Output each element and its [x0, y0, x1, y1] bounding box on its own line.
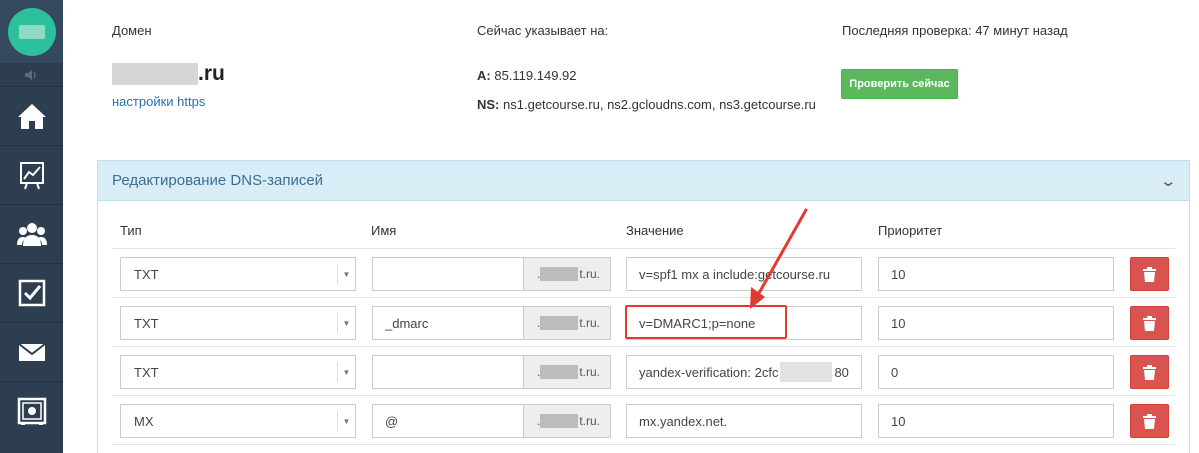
trash-icon	[1143, 315, 1156, 331]
a-record-value: 85.119.149.92	[494, 68, 577, 83]
type-select-value: TXT	[134, 315, 159, 331]
name-input-group: . t.ru.	[372, 257, 611, 291]
delete-button[interactable]	[1130, 404, 1169, 438]
type-select[interactable]: MX ▼	[120, 404, 356, 438]
value-input[interactable]: yandex-verification: 2cfc 80	[626, 355, 862, 389]
speaker-icon[interactable]	[0, 63, 63, 86]
name-input[interactable]	[373, 356, 523, 388]
home-icon	[17, 104, 46, 129]
check-now-button[interactable]: Проверить сейчас	[841, 69, 958, 99]
priority-input[interactable]: 10	[878, 306, 1114, 340]
ns-record-label: NS:	[477, 97, 500, 112]
name-input[interactable]	[373, 258, 523, 290]
sidebar-item-home[interactable]	[0, 86, 63, 145]
suffix-tld: t.ru.	[579, 316, 600, 330]
annotation-arrow	[750, 208, 808, 309]
type-select-value: TXT	[134, 364, 159, 380]
priority-input[interactable]: 0	[878, 355, 1114, 389]
sidebar-item-users[interactable]	[0, 204, 63, 263]
masked-domain	[540, 316, 579, 330]
name-input[interactable]: _dmarc	[373, 307, 523, 339]
select-arrow-icon: ▼	[337, 411, 355, 431]
masked-domain	[540, 365, 579, 379]
domain-suffix: .ru	[198, 62, 225, 85]
column-priority: Приоритет	[878, 223, 943, 238]
select-arrow-icon: ▼	[337, 313, 355, 333]
ns-record-value: ns1.getcourse.ru, ns2.gcloudns.com, ns3.…	[503, 97, 816, 112]
select-arrow-icon: ▼	[337, 362, 355, 382]
sidebar-item-tasks[interactable]	[0, 263, 63, 322]
domain-suffix-addon: . t.ru.	[523, 405, 610, 437]
suffix-tld: t.ru.	[579, 414, 600, 428]
domain-label: Домен	[112, 23, 152, 38]
column-value: Значение	[626, 223, 684, 238]
a-record-label: A:	[477, 68, 491, 83]
delete-button[interactable]	[1130, 306, 1169, 340]
domain-suffix-addon: . t.ru.	[523, 356, 610, 388]
suffix-tld: t.ru.	[579, 267, 600, 281]
masked-value	[780, 362, 833, 382]
value-text-tail: 80	[834, 364, 849, 380]
row-divider	[112, 248, 1175, 249]
https-settings-link[interactable]: настройки https	[112, 94, 205, 109]
trash-icon	[1143, 266, 1156, 282]
row-divider	[112, 444, 1175, 445]
mail-icon	[17, 343, 46, 361]
value-input[interactable]: mx.yandex.net.	[626, 404, 862, 438]
priority-input[interactable]: 10	[878, 404, 1114, 438]
sidebar-item-stats[interactable]	[0, 145, 63, 204]
dns-panel-title: Редактирование DNS-записей	[112, 172, 324, 189]
trash-icon	[1143, 413, 1156, 429]
value-text: yandex-verification: 2cfc	[639, 364, 779, 380]
delete-button[interactable]	[1130, 355, 1169, 389]
a-record-line: A: 85.119.149.92	[477, 68, 577, 83]
logo[interactable]	[7, 7, 56, 56]
checkbox-icon	[18, 279, 45, 307]
name-input-group: . t.ru.	[372, 355, 611, 389]
trash-icon	[1143, 364, 1156, 380]
suffix-tld: t.ru.	[579, 365, 600, 379]
masked-domain	[540, 267, 579, 281]
ns-record-line: NS: ns1.getcourse.ru, ns2.gcloudns.com, …	[477, 97, 816, 112]
type-select[interactable]: TXT ▼	[120, 257, 356, 291]
name-input-group: @ . t.ru.	[372, 404, 611, 438]
chevron-down-icon[interactable]: ⌄	[1160, 172, 1178, 190]
type-select-value: TXT	[134, 266, 159, 282]
type-select[interactable]: TXT ▼	[120, 355, 356, 389]
chart-icon	[19, 162, 44, 190]
row-divider	[112, 297, 1175, 298]
name-input-group: _dmarc . t.ru.	[372, 306, 611, 340]
sidebar-item-settings[interactable]	[0, 381, 63, 440]
sidebar	[0, 0, 63, 453]
type-select[interactable]: TXT ▼	[120, 306, 356, 340]
priority-input[interactable]: 10	[878, 257, 1114, 291]
domain-suffix-addon: . t.ru.	[523, 258, 610, 290]
row-divider	[112, 346, 1175, 347]
masked-domain	[112, 63, 198, 85]
name-input[interactable]: @	[373, 405, 523, 437]
domain-suffix-addon: . t.ru.	[523, 307, 610, 339]
users-icon	[16, 223, 47, 246]
masked-domain	[540, 414, 579, 428]
value-text: mx.yandex.net.	[639, 413, 728, 429]
safe-icon	[17, 397, 46, 425]
logo-area	[0, 0, 63, 63]
points-to-label: Сейчас указывает на:	[477, 23, 609, 38]
type-select-value: MX	[134, 413, 154, 429]
row-divider	[112, 395, 1175, 396]
domain-name: .ru	[112, 62, 225, 86]
last-check-label: Последняя проверка: 47 минут назад	[842, 23, 1068, 38]
dns-panel-header[interactable]: Редактирование DNS-записей ⌄	[98, 161, 1189, 201]
column-type: Тип	[120, 223, 142, 238]
sidebar-item-mail[interactable]	[0, 322, 63, 381]
select-arrow-icon: ▼	[337, 264, 355, 284]
delete-button[interactable]	[1130, 257, 1169, 291]
column-name: Имя	[371, 223, 397, 238]
